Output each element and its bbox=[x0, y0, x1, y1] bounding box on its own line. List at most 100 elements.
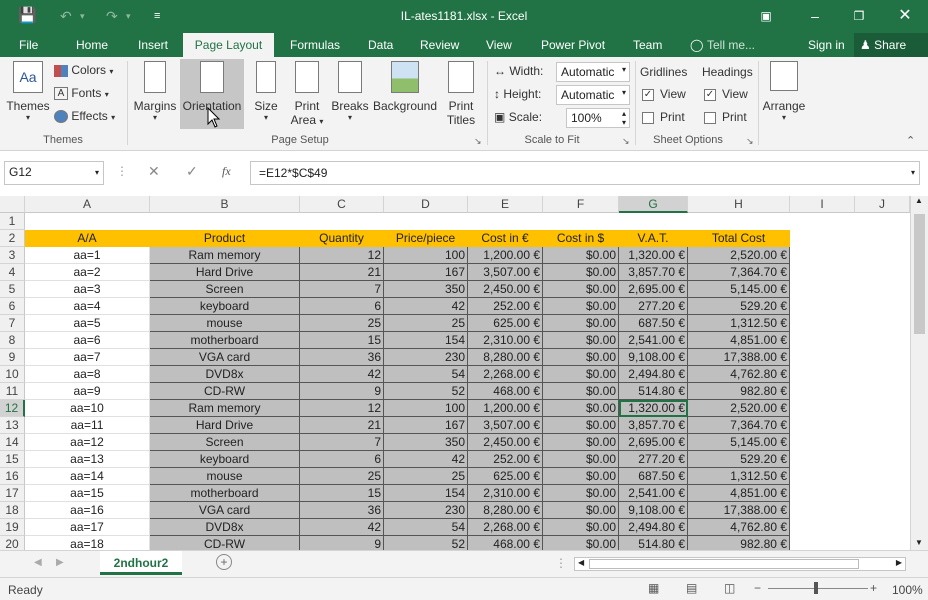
table-cell[interactable]: 3,857.70 € bbox=[619, 417, 688, 434]
column-header-c[interactable]: C bbox=[300, 196, 384, 213]
row-header[interactable]: 17 bbox=[0, 485, 25, 502]
table-cell[interactable]: 36 bbox=[300, 502, 384, 519]
table-cell[interactable]: 25 bbox=[384, 468, 468, 485]
table-cell[interactable]: CD-RW bbox=[150, 536, 300, 550]
scroll-left-icon[interactable]: ◀ bbox=[578, 558, 584, 567]
table-cell[interactable]: 42 bbox=[384, 451, 468, 468]
tell-me-box[interactable]: Tell me... bbox=[707, 33, 755, 57]
scroll-down-icon[interactable]: ▼ bbox=[915, 538, 923, 547]
table-cell[interactable]: DVD8x bbox=[150, 366, 300, 383]
table-cell[interactable]: 277.20 € bbox=[619, 451, 688, 468]
table-cell[interactable]: 1,200.00 € bbox=[468, 247, 543, 264]
table-cell[interactable]: 4,762.80 € bbox=[688, 366, 790, 383]
table-cell[interactable]: aa=18 bbox=[25, 536, 150, 550]
table-cell[interactable]: $0.00 bbox=[543, 383, 619, 400]
colors-button[interactable]: Colors ▾ bbox=[54, 63, 113, 77]
headings-view-checkbox[interactable]: ✓ View bbox=[704, 87, 748, 101]
themes-button[interactable]: Aa Themes ▾ bbox=[6, 61, 50, 122]
table-cell[interactable]: 12 bbox=[300, 400, 384, 417]
table-cell[interactable]: aa=17 bbox=[25, 519, 150, 536]
table-cell[interactable]: Hard Drive bbox=[150, 264, 300, 281]
row-header[interactable]: 8 bbox=[0, 332, 25, 349]
table-cell[interactable]: 2,541.00 € bbox=[619, 332, 688, 349]
table-cell[interactable]: 12 bbox=[300, 247, 384, 264]
table-cell[interactable]: 2,494.80 € bbox=[619, 366, 688, 383]
table-cell[interactable]: mouse bbox=[150, 315, 300, 332]
table-cell[interactable]: 2,695.00 € bbox=[619, 281, 688, 298]
row-header[interactable]: 19 bbox=[0, 519, 25, 536]
sheet-options-launcher-icon[interactable]: ↘ bbox=[746, 136, 754, 147]
table-cell[interactable]: $0.00 bbox=[543, 298, 619, 315]
restore-icon[interactable]: ❐ bbox=[850, 6, 868, 26]
table-cell[interactable]: aa=9 bbox=[25, 383, 150, 400]
table-cell[interactable]: 167 bbox=[384, 264, 468, 281]
table-cell[interactable]: 21 bbox=[300, 264, 384, 281]
enter-icon[interactable]: ✓ bbox=[186, 163, 198, 180]
table-cell[interactable]: 230 bbox=[384, 502, 468, 519]
width-dropdown[interactable]: Automatic ▾ bbox=[556, 62, 630, 82]
table-cell[interactable]: $0.00 bbox=[543, 315, 619, 332]
table-cell[interactable]: 54 bbox=[384, 519, 468, 536]
formula-input[interactable]: =E12*$C$49 ▾ bbox=[250, 161, 920, 185]
table-cell[interactable]: 15 bbox=[300, 485, 384, 502]
table-cell[interactable]: $0.00 bbox=[543, 247, 619, 264]
table-cell[interactable]: 6 bbox=[300, 451, 384, 468]
row-header[interactable]: 13 bbox=[0, 417, 25, 434]
height-dropdown[interactable]: Automatic ▾ bbox=[556, 85, 630, 105]
row-header[interactable]: 5 bbox=[0, 281, 25, 298]
table-cell[interactable]: 3,857.70 € bbox=[619, 264, 688, 281]
fonts-button[interactable]: A Fonts ▾ bbox=[54, 86, 109, 101]
row-header[interactable]: 20 bbox=[0, 536, 25, 550]
table-cell[interactable]: aa=7 bbox=[25, 349, 150, 366]
table-cell[interactable]: 52 bbox=[384, 383, 468, 400]
table-cell[interactable]: 8,280.00 € bbox=[468, 502, 543, 519]
table-cell[interactable]: 252.00 € bbox=[468, 298, 543, 315]
vertical-scrollbar[interactable]: ▲ ▼ bbox=[910, 196, 928, 550]
h-scroll-thumb[interactable] bbox=[589, 559, 859, 569]
table-cell[interactable]: Screen bbox=[150, 281, 300, 298]
table-cell[interactable]: 154 bbox=[384, 332, 468, 349]
table-cell[interactable]: aa=10 bbox=[25, 400, 150, 417]
table-cell[interactable]: keyboard bbox=[150, 298, 300, 315]
zoom-out-icon[interactable]: − bbox=[754, 581, 761, 595]
table-cell[interactable]: $0.00 bbox=[543, 536, 619, 550]
headings-print-checkbox[interactable]: Print bbox=[704, 110, 747, 124]
table-cell[interactable]: aa=2 bbox=[25, 264, 150, 281]
row-header[interactable]: 2 bbox=[0, 230, 25, 247]
column-header-f[interactable]: F bbox=[543, 196, 619, 213]
table-cell[interactable]: 8,280.00 € bbox=[468, 349, 543, 366]
row-header[interactable]: 15 bbox=[0, 451, 25, 468]
table-cell[interactable]: $0.00 bbox=[543, 366, 619, 383]
row-header[interactable]: 10 bbox=[0, 366, 25, 383]
row-header[interactable]: 11 bbox=[0, 383, 25, 400]
table-cell[interactable]: $0.00 bbox=[543, 417, 619, 434]
table-cell[interactable]: keyboard bbox=[150, 451, 300, 468]
table-cell[interactable]: motherboard bbox=[150, 332, 300, 349]
ribbon-display-icon[interactable]: ▣ bbox=[757, 6, 775, 26]
table-cell[interactable]: 5,145.00 € bbox=[688, 434, 790, 451]
horizontal-scrollbar[interactable]: ◀ ▶ bbox=[574, 557, 906, 571]
table-cell[interactable]: VGA card bbox=[150, 502, 300, 519]
table-cell[interactable]: mouse bbox=[150, 468, 300, 485]
table-cell[interactable]: 42 bbox=[300, 366, 384, 383]
column-header-b[interactable]: B bbox=[150, 196, 300, 213]
table-cell[interactable]: 154 bbox=[384, 485, 468, 502]
row-header[interactable]: 12 bbox=[0, 400, 25, 417]
header-cell[interactable]: Cost in $ bbox=[543, 230, 619, 247]
table-cell[interactable]: 350 bbox=[384, 281, 468, 298]
table-cell[interactable]: $0.00 bbox=[543, 468, 619, 485]
header-cell[interactable]: A/A bbox=[25, 230, 150, 247]
sign-in-link[interactable]: Sign in bbox=[808, 33, 845, 57]
header-cell[interactable]: Product bbox=[150, 230, 300, 247]
close-icon[interactable]: ✕ bbox=[896, 6, 914, 26]
table-cell[interactable]: aa=16 bbox=[25, 502, 150, 519]
scroll-thumb[interactable] bbox=[914, 214, 925, 334]
table-cell[interactable]: 1,312.50 € bbox=[688, 468, 790, 485]
tell-me-icon[interactable]: ◯ bbox=[690, 33, 703, 57]
zoom-level[interactable]: 100% bbox=[892, 583, 923, 597]
table-cell[interactable]: 625.00 € bbox=[468, 468, 543, 485]
header-cell[interactable]: V.A.T. bbox=[619, 230, 688, 247]
scroll-up-icon[interactable]: ▲ bbox=[915, 196, 923, 205]
table-cell[interactable]: 9 bbox=[300, 536, 384, 550]
table-cell[interactable]: 1,312.50 € bbox=[688, 315, 790, 332]
